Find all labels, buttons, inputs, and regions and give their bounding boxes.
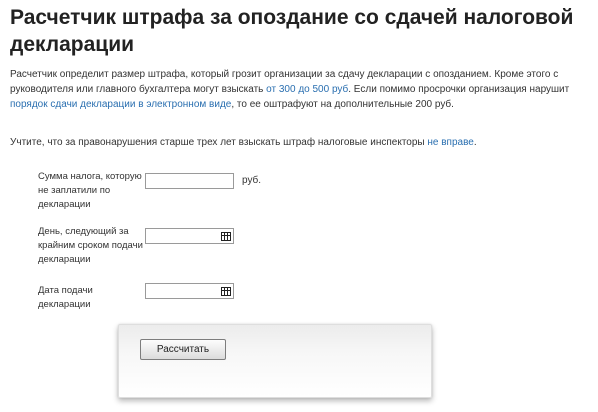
tax-amount-label: Сумма налога, которую не заплатили по де…	[38, 171, 142, 210]
page-title: Расчетчик штрафа за опоздание со сдачей …	[10, 6, 574, 56]
note-text-end: .	[473, 137, 477, 148]
calculator-page: Расчетчик штрафа за опоздание со сдачей …	[0, 0, 598, 412]
intro-text-middle: . Если помимо просрочки организация нару…	[348, 84, 570, 95]
calendar-icon[interactable]	[221, 287, 231, 296]
note-text-start: Учтите, что за правонарушения старше тре…	[10, 137, 428, 148]
intro-text-end: , то ее оштрафуют на дополнительные 200 …	[231, 99, 454, 110]
deadline-date-label: День, следующий за крайним сроком подачи…	[38, 226, 143, 265]
intro-paragraph: Расчетчик определит размер штрафа, котор…	[10, 67, 586, 112]
not-entitled-link[interactable]: не вправе	[427, 137, 473, 148]
action-panel	[118, 324, 432, 398]
currency-unit: руб.	[242, 175, 262, 186]
submission-date-label: Дата подачи декларации	[38, 285, 93, 310]
penalty-amount-link[interactable]: от 300 до 500 руб	[266, 84, 348, 95]
note-paragraph: Учтите, что за правонарушения старше тре…	[10, 135, 586, 150]
calendar-icon[interactable]	[221, 232, 231, 241]
tax-amount-input[interactable]	[145, 173, 234, 189]
electronic-filing-link[interactable]: порядок сдачи декларации в электронном в…	[10, 99, 231, 110]
calculate-button[interactable]: Рассчитать	[140, 339, 226, 360]
